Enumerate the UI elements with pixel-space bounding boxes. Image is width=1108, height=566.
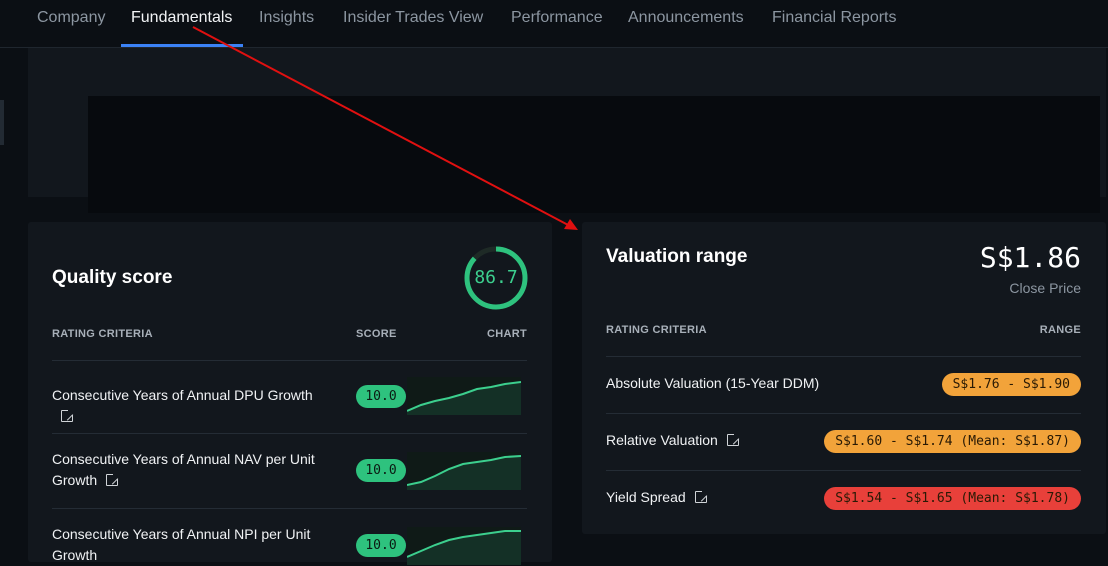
criteria-label: Absolute Valuation (15-Year DDM): [606, 375, 820, 391]
tab-fundamentals[interactable]: Fundamentals: [131, 9, 232, 27]
tab-insider-trades-view[interactable]: Insider Trades View: [343, 9, 483, 27]
score-badge: 10.0: [356, 459, 406, 482]
close-price-label: Close Price: [1009, 280, 1081, 296]
tab-insights[interactable]: Insights: [259, 9, 314, 27]
divider: [606, 413, 1081, 414]
divider: [606, 470, 1081, 471]
tab-bar: Company Fundamentals Insights Insider Tr…: [0, 0, 1108, 48]
criteria-label: Consecutive Years of Annual NAV per Unit…: [52, 451, 315, 488]
valuation-range-card: Valuation range S$1.86 Close Price RATIN…: [582, 222, 1106, 534]
score-badge: 10.0: [356, 385, 406, 408]
sparkline-chart: [407, 527, 521, 565]
divider: [52, 508, 527, 509]
valuation-range-title: Valuation range: [606, 246, 748, 267]
chart-header: CHART: [487, 328, 527, 340]
score-badge: 10.0: [356, 534, 406, 557]
range-badge: S$1.76 - S$1.90: [941, 373, 1081, 396]
rating-criteria-header: RATING CRITERIA: [52, 328, 153, 340]
quality-score-value: 86.7: [474, 267, 518, 288]
criteria-row-dpu: Consecutive Years of Annual DPU Growth: [52, 385, 332, 427]
divider: [606, 356, 1081, 357]
sparkline-chart: [407, 452, 521, 490]
tab-performance[interactable]: Performance: [511, 9, 603, 27]
range-badge: S$1.54 - S$1.65 (Mean: S$1.78): [824, 487, 1081, 510]
sparkline-chart: [407, 377, 521, 415]
divider: [52, 360, 527, 361]
external-link-icon[interactable]: [106, 473, 120, 486]
valuation-row-absolute: Absolute Valuation (15-Year DDM): [606, 373, 886, 394]
criteria-row-npi: Consecutive Years of Annual NPI per Unit…: [52, 524, 332, 566]
active-tab-indicator: [121, 44, 243, 47]
external-link-icon[interactable]: [61, 409, 74, 422]
scrollbar[interactable]: [0, 100, 4, 145]
criteria-row-nav: Consecutive Years of Annual NAV per Unit…: [52, 449, 332, 491]
criteria-label: Relative Valuation: [606, 432, 718, 448]
tab-financial-reports[interactable]: Financial Reports: [772, 9, 897, 27]
close-price-value: S$1.86: [979, 241, 1081, 274]
external-link-icon[interactable]: [694, 490, 708, 503]
rating-criteria-header: RATING CRITERIA: [606, 324, 707, 336]
external-link-icon[interactable]: [726, 433, 740, 446]
score-header: SCORE: [356, 328, 397, 340]
criteria-label: Consecutive Years of Annual NPI per Unit…: [52, 526, 311, 563]
range-badge: S$1.60 - S$1.74 (Mean: S$1.87): [824, 430, 1081, 453]
criteria-label: Consecutive Years of Annual DPU Growth: [52, 387, 313, 403]
tab-announcements[interactable]: Announcements: [628, 9, 744, 27]
criteria-label: Yield Spread: [606, 489, 686, 505]
chart-area: [88, 96, 1100, 213]
range-header: RANGE: [1039, 324, 1081, 336]
top-panel: [28, 48, 1106, 213]
quality-score-title: Quality score: [52, 267, 173, 288]
divider: [52, 433, 527, 434]
quality-score-card: Quality score 86.7 RATING CRITERIA SCORE…: [28, 222, 552, 565]
tab-company[interactable]: Company: [37, 9, 105, 27]
